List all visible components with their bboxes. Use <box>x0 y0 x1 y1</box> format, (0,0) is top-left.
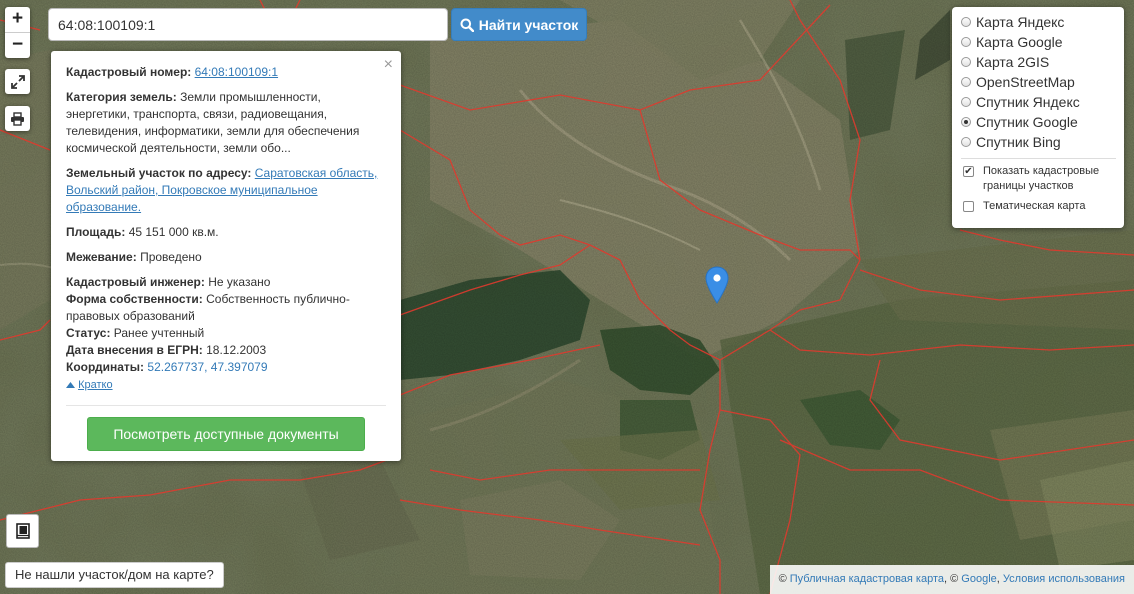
base-layer-label: OpenStreetMap <box>976 74 1075 90</box>
radio-button[interactable] <box>961 57 971 67</box>
search-icon <box>460 18 474 32</box>
zoom-control: + − <box>5 7 30 58</box>
zoom-out-button[interactable]: − <box>5 32 30 58</box>
egrn-date-label: Дата внесения в ЕГРН: <box>66 343 203 357</box>
map-attribution: © Публичная кадастровая карта, © Google,… <box>769 565 1134 594</box>
survey-row: Межевание: Проведено <box>66 249 386 266</box>
base-layer-label: Карта Google <box>976 34 1063 50</box>
overlay-layer-list: ✔ Показать кадастровые границы участков Те… <box>961 164 1116 214</box>
close-icon[interactable]: × <box>384 56 393 73</box>
area-label: Площадь: <box>66 225 126 239</box>
radio-button[interactable] <box>961 137 971 147</box>
parcel-info-popup: × Кадастровый номер: 64:08:100109:1 Кате… <box>51 51 401 461</box>
address-label: Земельный участок по адресу: <box>66 166 252 180</box>
find-parcel-label: Найти участок <box>478 16 579 33</box>
base-layer-option[interactable]: Карта 2GIS <box>961 52 1116 72</box>
overlay-layer-label: Показать кадастровые границы участков <box>983 165 1100 192</box>
fullscreen-button[interactable] <box>5 69 30 94</box>
search-input[interactable] <box>48 8 448 41</box>
radio-button[interactable] <box>961 77 971 87</box>
base-layer-option[interactable]: Карта Google <box>961 32 1116 52</box>
area-row: Площадь: 45 151 000 кв.м. <box>66 224 386 241</box>
collapse-toggle[interactable]: Кратко <box>66 377 386 394</box>
location-marker-icon[interactable] <box>705 266 729 304</box>
coords-row: Координаты: 52.267737, 47.397079 <box>66 359 386 376</box>
collapse-link[interactable]: Кратко <box>78 379 113 391</box>
attribution-google-link[interactable]: Google <box>961 573 996 585</box>
find-parcel-button[interactable]: Найти участок <box>451 8 587 41</box>
land-category-label: Категория земель: <box>66 90 177 104</box>
cadastral-number-label: Кадастровый номер: <box>66 65 192 79</box>
zoom-in-button[interactable]: + <box>5 7 30 32</box>
printer-icon <box>11 111 24 126</box>
cadastral-number-link[interactable]: 64:08:100109:1 <box>195 65 278 79</box>
book-icon <box>15 523 30 539</box>
address-row: Земельный участок по адресу: Саратовская… <box>66 165 386 216</box>
overlay-layer-option[interactable]: Тематическая карта <box>961 199 1116 214</box>
layers-panel: Карта Яндекс Карта Google Карта 2GIS OpenSt… <box>952 7 1124 228</box>
engineer-row: Кадастровый инженер: Не указано <box>66 274 386 291</box>
base-layer-list: Карта Яндекс Карта Google Карта 2GIS OpenSt… <box>961 12 1116 152</box>
radio-button[interactable] <box>961 37 971 47</box>
base-layer-label: Спутник Bing <box>976 134 1061 150</box>
attribution-pkk-link[interactable]: Публичная кадастровая карта <box>790 573 944 585</box>
base-layer-label: Карта Яндекс <box>976 14 1065 30</box>
status-row: Статус: Ранее учтенный <box>66 325 386 342</box>
caret-up-icon <box>66 382 75 388</box>
overlay-layer-label: Тематическая карта <box>983 200 1086 212</box>
status-value: Ранее учтенный <box>113 326 205 340</box>
engineer-value: Не указано <box>208 275 271 289</box>
cadastral-number-row: Кадастровый номер: 64:08:100109:1 <box>66 64 386 81</box>
radio-button[interactable] <box>961 117 971 127</box>
overlay-layer-option[interactable]: ✔ Показать кадастровые границы участков <box>961 164 1116 194</box>
ownership-label: Форма собственности: <box>66 292 203 306</box>
radio-button[interactable] <box>961 97 971 107</box>
egrn-date-value: 18.12.2003 <box>206 343 267 357</box>
attribution-copyright: © <box>778 573 787 585</box>
base-layer-label: Спутник Google <box>976 114 1078 130</box>
engineer-label: Кадастровый инженер: <box>66 275 205 289</box>
status-label: Статус: <box>66 326 111 340</box>
base-layer-option[interactable]: Спутник Bing <box>961 132 1116 152</box>
base-layer-label: Спутник Яндекс <box>976 94 1080 110</box>
coords-link[interactable]: 52.267737, 47.397079 <box>147 360 267 374</box>
view-documents-button[interactable]: Посмотреть доступные документы <box>87 417 365 451</box>
base-layer-option[interactable]: Карта Яндекс <box>961 12 1116 32</box>
checkbox[interactable] <box>963 201 974 212</box>
attribution-separator: , © <box>944 573 959 585</box>
legend-button[interactable] <box>6 514 39 548</box>
expand-icon <box>10 74 25 89</box>
area-value: 45 151 000 кв.м. <box>128 225 219 239</box>
not-found-button[interactable]: Не нашли участок/дом на карте? <box>5 562 224 588</box>
ownership-row: Форма собственности: Собственность публи… <box>66 291 386 325</box>
base-layer-label: Карта 2GIS <box>976 54 1050 70</box>
survey-label: Межевание: <box>66 250 137 264</box>
base-layer-option[interactable]: Спутник Яндекс <box>961 92 1116 112</box>
popup-divider <box>66 405 386 406</box>
radio-button[interactable] <box>961 17 971 27</box>
base-layer-option[interactable]: OpenStreetMap <box>961 72 1116 92</box>
coords-label: Координаты: <box>66 360 145 374</box>
egrn-date-row: Дата внесения в ЕГРН: 18.12.2003 <box>66 342 386 359</box>
base-layer-option[interactable]: Спутник Google <box>961 112 1116 132</box>
layers-divider <box>961 158 1116 159</box>
attribution-terms-link[interactable]: Условия использования <box>1003 573 1125 585</box>
survey-value: Проведено <box>140 250 202 264</box>
land-category-row: Категория земель: Земли промышленности, … <box>66 89 386 157</box>
checkbox-checked[interactable]: ✔ <box>963 166 974 177</box>
print-button[interactable] <box>5 106 30 131</box>
